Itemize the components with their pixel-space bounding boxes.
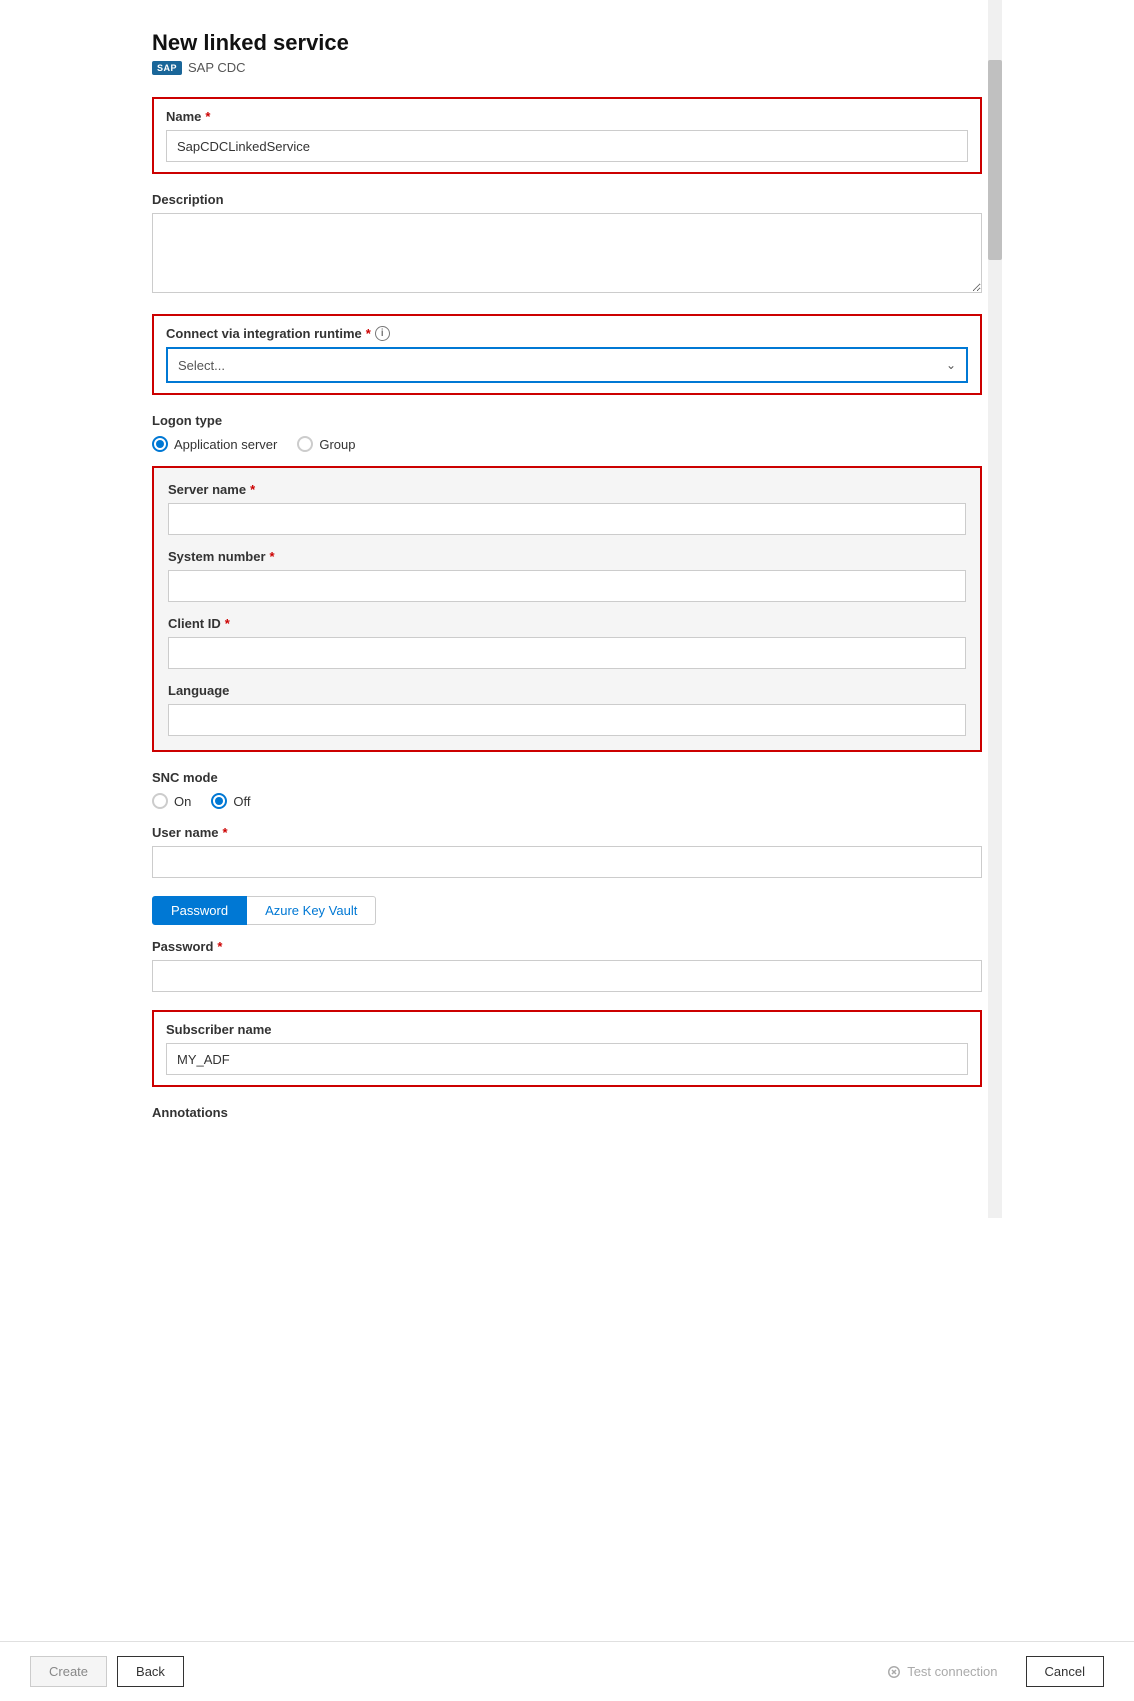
language-label: Language	[168, 683, 966, 698]
azure-key-vault-tab[interactable]: Azure Key Vault	[247, 896, 376, 925]
client-id-label: Client ID *	[168, 616, 966, 631]
language-input[interactable]	[168, 704, 966, 736]
description-input[interactable]	[152, 213, 982, 293]
logon-type-radio-group: Application server Group	[152, 436, 982, 452]
server-name-label: Server name *	[168, 482, 966, 497]
server-name-group: Server name *	[168, 482, 966, 535]
scrollbar-thumb[interactable]	[988, 60, 1002, 260]
cancel-button[interactable]: Cancel	[1026, 1656, 1104, 1687]
snc-off-radio[interactable]	[211, 793, 227, 809]
create-button: Create	[30, 1656, 107, 1687]
name-label: Name *	[166, 109, 968, 124]
test-connection-icon	[887, 1665, 901, 1679]
auth-tab-group: Password Azure Key Vault	[152, 896, 982, 925]
user-name-label: User name *	[152, 825, 982, 840]
snc-mode-section: SNC mode On Off	[152, 770, 982, 809]
password-group: Password *	[152, 939, 982, 992]
system-number-group: System number *	[168, 549, 966, 602]
scrollbar[interactable]	[988, 0, 1002, 1218]
sap-badge: SAP SAP CDC	[152, 60, 982, 75]
integration-runtime-info-icon[interactable]: i	[375, 326, 390, 341]
password-label: Password *	[152, 939, 982, 954]
system-number-input[interactable]	[168, 570, 966, 602]
name-input[interactable]	[166, 130, 968, 162]
footer: Create Back Test connection Cancel	[0, 1641, 1134, 1701]
sap-logo: SAP	[152, 61, 182, 75]
logon-type-label: Logon type	[152, 413, 982, 428]
description-field-group: Description	[152, 192, 982, 296]
sap-subtitle: SAP CDC	[188, 60, 246, 75]
snc-on-option[interactable]: On	[152, 793, 191, 809]
name-required: *	[205, 109, 210, 124]
snc-off-option[interactable]: Off	[211, 793, 250, 809]
logon-application-server-label: Application server	[174, 437, 277, 452]
integration-runtime-select[interactable]: Select...	[166, 347, 968, 383]
subscriber-name-box: Subscriber name	[152, 1010, 982, 1087]
back-button[interactable]: Back	[117, 1656, 184, 1687]
snc-on-label: On	[174, 794, 191, 809]
logon-group-label: Group	[319, 437, 355, 452]
page-title: New linked service	[152, 30, 982, 56]
snc-off-label: Off	[233, 794, 250, 809]
client-id-input[interactable]	[168, 637, 966, 669]
server-name-input[interactable]	[168, 503, 966, 535]
logon-group-radio[interactable]	[297, 436, 313, 452]
logon-group-option[interactable]: Group	[297, 436, 355, 452]
snc-on-radio[interactable]	[152, 793, 168, 809]
client-id-group: Client ID *	[168, 616, 966, 669]
password-tab[interactable]: Password	[152, 896, 247, 925]
annotations-label: Annotations	[152, 1105, 982, 1120]
integration-runtime-select-wrapper: Select... ⌄	[166, 347, 968, 383]
snc-mode-label: SNC mode	[152, 770, 982, 785]
annotations-group: Annotations	[152, 1105, 982, 1120]
name-field-box: Name *	[152, 97, 982, 174]
description-label: Description	[152, 192, 982, 207]
subscriber-name-label: Subscriber name	[166, 1022, 968, 1037]
subscriber-name-input[interactable]	[166, 1043, 968, 1075]
integration-runtime-box: Connect via integration runtime * i Sele…	[152, 314, 982, 395]
logon-application-server-radio[interactable]	[152, 436, 168, 452]
server-fields-box: Server name * System number * Client ID …	[152, 466, 982, 752]
language-group: Language	[168, 683, 966, 736]
user-name-group: User name *	[152, 825, 982, 878]
snc-mode-radio-group: On Off	[152, 793, 982, 809]
user-name-input[interactable]	[152, 846, 982, 878]
system-number-label: System number *	[168, 549, 966, 564]
logon-application-server-option[interactable]: Application server	[152, 436, 277, 452]
footer-right: Test connection Cancel	[869, 1656, 1104, 1687]
password-input[interactable]	[152, 960, 982, 992]
integration-runtime-label: Connect via integration runtime * i	[166, 326, 968, 341]
test-connection-button: Test connection	[869, 1657, 1015, 1686]
logon-type-section: Logon type Application server Group	[152, 413, 982, 452]
